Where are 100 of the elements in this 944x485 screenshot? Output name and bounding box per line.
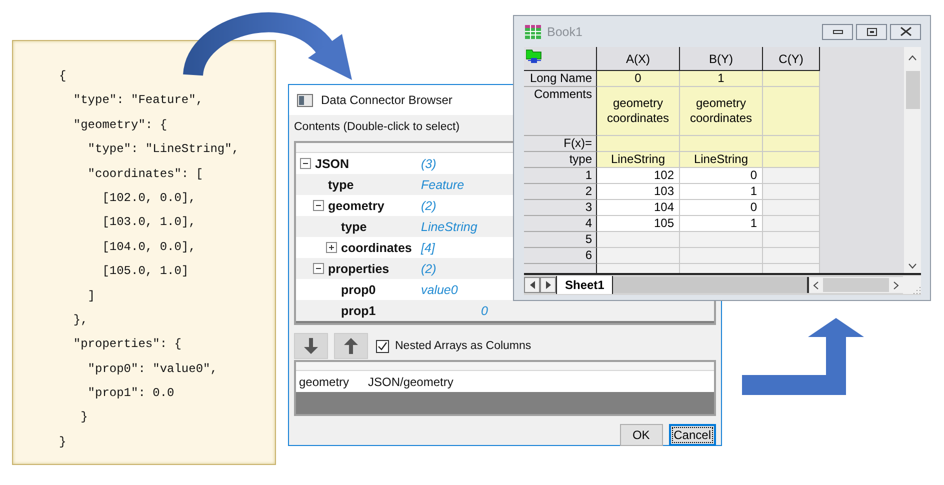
header-cell[interactable] (763, 136, 820, 152)
tree-node[interactable]: type (341, 220, 367, 234)
code-line: }, (72, 312, 89, 329)
code-line: "coordinates": [ (86, 166, 204, 183)
dialog-button[interactable]: Cancel (668, 424, 716, 446)
tree-node[interactable]: geometry (328, 198, 384, 212)
header-cell[interactable]: geometry coordinates (680, 87, 763, 136)
left-triangle-icon (530, 281, 534, 289)
column-header[interactable]: A(X) (597, 47, 680, 71)
code-line: [104.0, 0.0], (101, 238, 197, 256)
scroll-thumb[interactable] (823, 278, 889, 292)
header-cell[interactable] (680, 136, 763, 152)
table-cell[interactable] (680, 264, 763, 273)
folder-icon (526, 49, 543, 64)
code-line: "geometry": { (72, 116, 168, 134)
table-cell[interactable]: 1 (680, 216, 763, 232)
list-cell[interactable]: geometry (299, 374, 368, 388)
row-header: F(x)= (524, 136, 597, 152)
horizontal-scrollbar[interactable] (807, 277, 903, 293)
table-cell[interactable] (680, 248, 763, 264)
right-triangle-icon (546, 281, 550, 289)
checkbox[interactable] (376, 340, 389, 352)
collapse-icon[interactable] (313, 200, 324, 211)
contents-label: Contents (Double-click to select) (293, 120, 460, 135)
vertical-scrollbar[interactable] (904, 47, 921, 273)
row-number: 2 (524, 184, 597, 200)
table-cell[interactable]: 105 (597, 216, 680, 232)
resize-grip-icon[interactable] (903, 276, 921, 294)
header-cell[interactable] (763, 152, 820, 168)
restore-button[interactable] (856, 24, 887, 40)
tree-node[interactable]: prop0 (341, 282, 376, 296)
grid-icon (525, 24, 541, 38)
up-chevron-icon[interactable] (908, 55, 917, 61)
header-cell[interactable] (597, 136, 680, 152)
next-sheet-button[interactable] (540, 277, 556, 293)
row-header: Comments (524, 87, 597, 136)
table-cell[interactable]: 103 (597, 184, 680, 200)
table-cell[interactable] (680, 232, 763, 248)
tree-node[interactable]: coordinates (341, 240, 412, 254)
tree-node[interactable]: type (328, 178, 354, 192)
table-cell[interactable] (763, 264, 820, 273)
minimize-icon (832, 30, 842, 34)
collapse-icon[interactable] (313, 263, 324, 274)
header-cell[interactable] (763, 71, 820, 87)
checkbox-label: Nested Arrays as Columns (395, 340, 532, 352)
restore-icon (866, 28, 876, 36)
header-cell[interactable] (763, 87, 820, 136)
row-header: type (524, 152, 597, 168)
up-arrow-icon (344, 338, 358, 354)
tree-node[interactable]: prop1 (341, 304, 376, 318)
tree-node[interactable]: properties (328, 262, 390, 276)
tree-node[interactable]: JSON (315, 156, 350, 170)
move-down-button[interactable] (294, 333, 328, 359)
code-line: "properties": { (72, 336, 182, 354)
table-cell[interactable] (597, 232, 680, 248)
code-line: } (59, 434, 68, 451)
table-cell[interactable]: 0 (680, 200, 763, 216)
row-number: 3 (524, 200, 597, 216)
header-cell[interactable]: LineString (597, 152, 680, 168)
dialog-button[interactable]: OK (620, 424, 663, 446)
previous-sheet-button[interactable] (524, 277, 540, 293)
table-cell[interactable] (597, 248, 680, 264)
row-header: Long Name (524, 71, 597, 87)
list-cell[interactable]: JSON/geometry (368, 374, 454, 388)
collapse-icon[interactable] (300, 158, 311, 169)
row-number: 5 (524, 232, 597, 248)
code-line: "type": "LineString", (86, 141, 240, 158)
table-cell[interactable] (763, 184, 820, 200)
node-value: LineString (421, 220, 478, 234)
column-header[interactable]: B(Y) (680, 47, 763, 71)
header-cell[interactable]: geometry coordinates (597, 87, 680, 136)
table-cell[interactable] (763, 168, 820, 184)
table-cell[interactable] (763, 216, 820, 232)
left-chevron-icon[interactable] (813, 280, 819, 290)
table-cell[interactable]: 104 (597, 200, 680, 216)
down-chevron-icon[interactable] (908, 263, 917, 269)
close-button[interactable] (890, 24, 921, 40)
table-cell[interactable]: 1 (680, 184, 763, 200)
header-cell[interactable]: 1 (680, 71, 763, 87)
table-cell[interactable] (763, 248, 820, 264)
table-cell[interactable] (763, 232, 820, 248)
scroll-thumb[interactable] (906, 71, 920, 109)
sheet-tab[interactable]: Sheet1 (556, 276, 614, 294)
expand-icon[interactable] (326, 242, 337, 253)
table-cell[interactable]: 0 (680, 168, 763, 184)
column-header[interactable]: C(Y) (763, 47, 820, 71)
table-cell[interactable] (597, 264, 680, 273)
header-cell[interactable]: 0 (597, 71, 680, 87)
code-line: [102.0, 0.0], (101, 190, 197, 207)
header-cell[interactable]: LineString (680, 152, 763, 168)
table-cell[interactable]: 102 (597, 168, 680, 184)
node-value: value0 (421, 282, 458, 296)
window-icon (297, 94, 313, 106)
right-chevron-icon[interactable] (893, 280, 899, 290)
table-cell[interactable] (763, 200, 820, 216)
minimize-button[interactable] (822, 24, 853, 40)
code-line: ] (86, 288, 96, 305)
window-title: Data Connector Browser (321, 93, 452, 107)
code-line: "type": "Feature", (72, 92, 204, 110)
move-up-button[interactable] (334, 333, 368, 359)
